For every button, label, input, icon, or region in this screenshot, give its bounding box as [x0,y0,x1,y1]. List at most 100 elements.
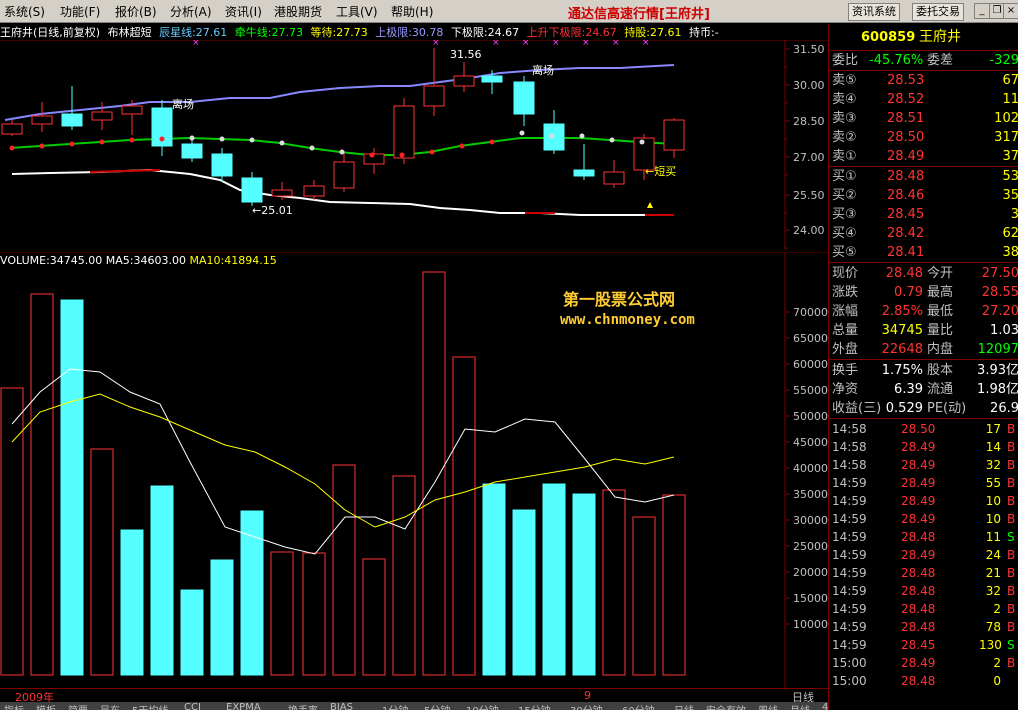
menu-function[interactable]: 功能(F) [60,3,100,20]
indicator-cash: 持币:- [689,26,719,39]
tick-volume: 2 [993,602,1001,616]
menu-quote[interactable]: 报价(B) [115,3,157,20]
volume-axis: 70000 65000 60000 55000 50000 45000 40000 35000… [785,306,828,631]
bottom-tab[interactable]: 简要 [68,702,88,710]
tick-volume: 32 [985,458,1001,472]
bottom-tab[interactable]: 指标 [4,702,24,710]
bottom-tab-bar: 指标 模板 简要 吴东 5天均线 CCI EXPMA 换手率 BIAS 1分钟 5分钟 10分钟 15分… [0,702,828,710]
signal-markers: × × × × × × × × [192,40,650,48]
sell-level-price: 28.51 [887,111,925,126]
tick-volume: 17 [985,422,1001,436]
stock-code: 600859 [861,30,916,45]
stat-value-2: 27.20 [981,304,1018,319]
sell-level-label: 卖① [832,149,857,164]
bottom-tab[interactable]: 换手率 [288,702,318,710]
sell-level-volume: 37 [1002,149,1018,164]
stock-id-row: 600859 王府井 [829,28,1018,47]
tick-direction: B [1007,512,1016,526]
volume-bar [60,299,84,676]
buy-level[interactable]: 买① 28.48 53 [829,167,1018,186]
tick-volume: 55 [985,476,1001,490]
candle-body [333,161,355,189]
stat-row: 收益(三) 0.529 PE(动) 26.9 [829,399,1018,418]
buy-level[interactable]: 买③ 28.45 3 [829,205,1018,224]
indicator-name: 布林超短 [107,26,152,39]
bottom-tab[interactable]: 月线 [790,702,810,710]
menu-analysis[interactable]: 分析(A) [170,3,212,20]
app-title: 通达信高速行情[王府井] [568,7,710,22]
menu-news[interactable]: 资讯(I) [225,3,262,20]
bottom-tab[interactable]: 30分钟 [570,702,603,710]
tick-row: 14:59 28.49 24 B [829,546,1018,564]
bottom-tab[interactable]: 5分钟 [424,702,450,710]
buy-level-label: 买⑤ [832,245,857,260]
close-icon[interactable]: × [1003,3,1018,19]
candle-body [453,75,475,87]
stat-value: 2.85% [881,304,923,319]
bottom-tab[interactable]: CCI [184,702,201,710]
tick-price: 28.48 [901,584,936,598]
volume-bar [30,293,54,676]
menu-system[interactable]: 系统(S) [4,3,45,20]
tick-row: 14:58 28.49 14 B [829,438,1018,456]
bottom-tab[interactable]: 60分钟 [622,702,655,710]
sell-level[interactable]: 卖② 28.50 317 [829,128,1018,147]
tick-volume: 32 [985,584,1001,598]
tick-price: 28.48 [901,602,936,616]
volume-tick-label: 55000 [793,384,828,397]
volume-bar [362,558,386,676]
stat-label-2: 最低 [927,304,954,319]
buy-level[interactable]: 买⑤ 28.41 38 [829,243,1018,262]
news-system-button[interactable]: 资讯系统 [848,3,900,21]
sell-level[interactable]: 卖⑤ 28.53 67 [829,71,1018,90]
minimize-icon[interactable]: _ [974,3,990,19]
sell-level[interactable]: 卖④ 28.52 11 [829,90,1018,109]
volume-bar [452,356,476,676]
tick-row: 14:59 28.48 78 B [829,618,1018,636]
buy-level[interactable]: 买④ 28.42 62 [829,224,1018,243]
candle-body [393,105,415,159]
tick-direction: S [1007,530,1015,544]
sell-level-price: 28.49 [887,149,925,164]
bottom-tab[interactable]: 5天均线 [132,702,168,710]
bottom-tab[interactable]: 1分钟 [382,702,408,710]
tick-time: 14:59 [832,602,867,616]
stat-value-2: 1.98亿 [977,382,1018,397]
tick-volume: 0 [993,674,1001,688]
bottom-tab[interactable]: 日线 [674,702,694,710]
menu-tools[interactable]: 工具(V) [336,3,378,20]
bottom-tab[interactable]: EXPMA [226,702,261,710]
sell-level[interactable]: 卖① 28.49 37 [829,147,1018,166]
sell-level[interactable]: 卖③ 28.51 102 [829,109,1018,128]
bottom-tab[interactable]: 10分钟 [466,702,499,710]
tick-volume: 130 [979,638,1002,652]
bottom-tab[interactable]: BIAS [330,702,353,710]
bottom-tab[interactable]: 周线 [758,702,778,710]
volume-bar [392,475,416,676]
bottom-tab[interactable]: 吴东 [100,702,120,710]
stat-value: 22648 [881,342,923,357]
tick-row: 14:59 28.48 2 B [829,600,1018,618]
tick-price: 28.48 [901,530,936,544]
menu-help[interactable]: 帮助(H) [391,3,433,20]
buy-level-label: 买① [832,169,857,184]
indicator-rising-lower: 上升下极限:24.67 [526,26,617,39]
trade-button[interactable]: 委托交易 [912,3,964,21]
bottom-tab[interactable]: 安全有效 [706,702,746,710]
tick-price: 28.48 [901,674,936,688]
volume-bar [632,516,656,676]
candle-body [663,119,685,151]
stat-value-2: 28.55 [981,285,1018,300]
menu-hk-futures[interactable]: 港股期货 [274,3,322,20]
price-chart[interactable]: 31.50 30.00 28.50 27.00 25.50 24.00 × × × × × × × × … [0,40,828,250]
tick-row: 14:59 28.49 10 B [829,492,1018,510]
tick-price: 28.49 [901,512,936,526]
bottom-tab[interactable]: 15分钟 [518,702,551,710]
volume-tick-label: 15000 [793,592,828,605]
stat-label: 现价 [832,266,859,281]
bottom-tab[interactable]: 模板 [36,702,56,710]
buy-level[interactable]: 买② 28.46 35 [829,186,1018,205]
buy-level-volume: 35 [1002,188,1018,203]
volume-chart[interactable]: 70000 65000 60000 55000 50000 45000 40000 35000… [0,252,828,690]
svg-text:×: × [552,40,560,48]
